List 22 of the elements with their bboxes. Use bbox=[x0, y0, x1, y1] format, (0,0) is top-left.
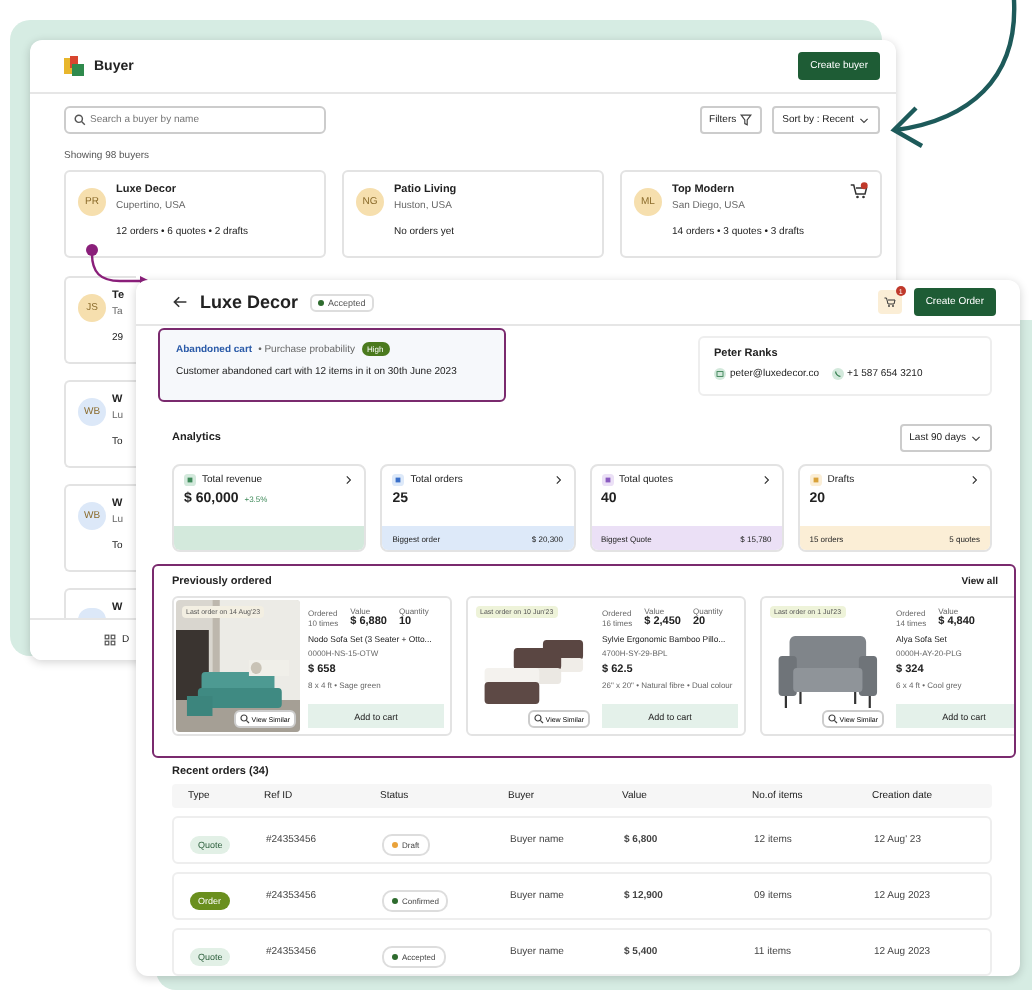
metric-icon bbox=[184, 474, 196, 486]
metric-icon bbox=[601, 474, 613, 486]
search-icon bbox=[74, 114, 86, 126]
phone-icon bbox=[831, 368, 844, 380]
chevron-down-icon bbox=[858, 114, 870, 126]
logo-icon bbox=[64, 56, 84, 76]
back-arrow-icon[interactable] bbox=[172, 294, 188, 310]
cart-icon bbox=[883, 296, 896, 308]
chevron-right-icon[interactable] bbox=[551, 474, 563, 486]
chevron-right-icon[interactable] bbox=[759, 474, 772, 486]
chevron-down-icon bbox=[970, 432, 982, 444]
search-icon bbox=[239, 714, 250, 724]
chevron-right-icon[interactable] bbox=[968, 474, 980, 486]
buyer-title: Luxe Decor bbox=[200, 292, 299, 312]
chevron-right-icon[interactable] bbox=[342, 474, 355, 486]
filter-icon bbox=[740, 114, 753, 126]
email-icon bbox=[714, 368, 726, 380]
metric-icon bbox=[392, 474, 405, 486]
search-icon bbox=[533, 714, 544, 724]
grid-icon bbox=[104, 634, 116, 646]
search-icon bbox=[827, 714, 838, 724]
metric-icon bbox=[809, 474, 822, 486]
